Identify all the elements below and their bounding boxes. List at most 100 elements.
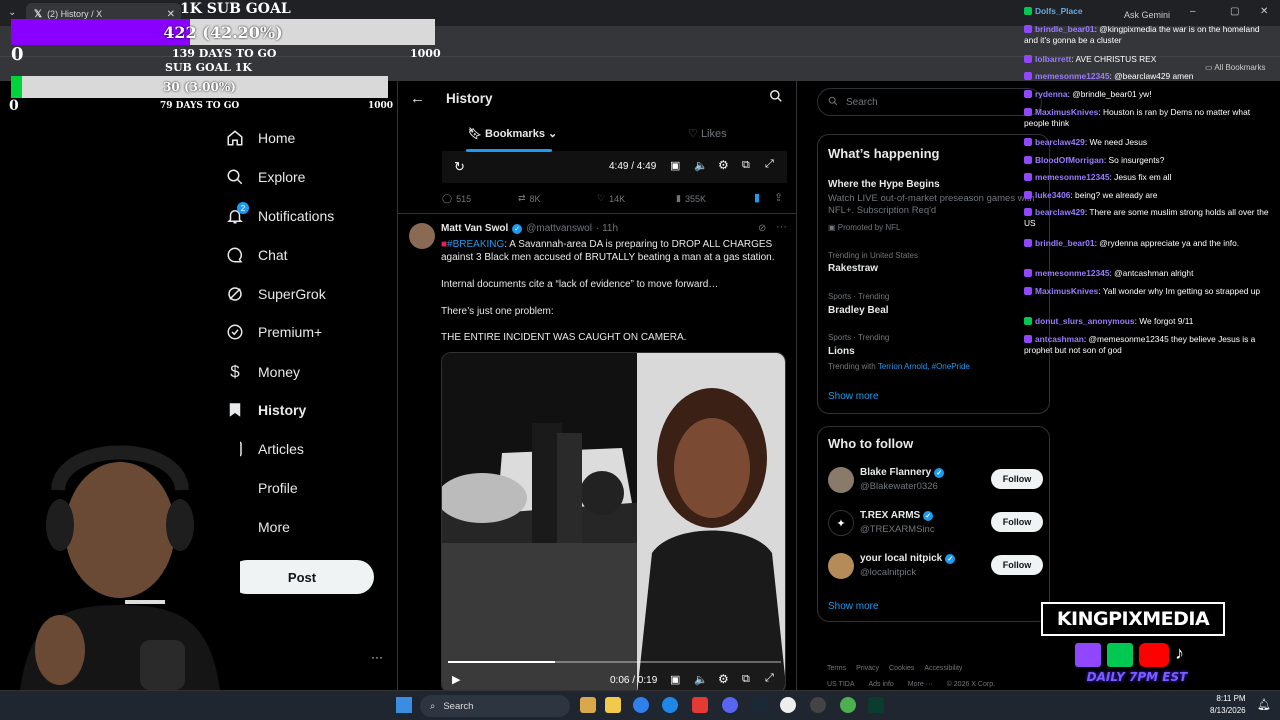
views-icon: ▮ bbox=[676, 193, 681, 203]
avatar[interactable] bbox=[828, 553, 854, 579]
nav-home[interactable]: Home bbox=[226, 126, 295, 150]
avatar[interactable] bbox=[828, 467, 854, 493]
nav-label: Articles bbox=[258, 441, 304, 457]
follow-button[interactable]: Follow bbox=[991, 512, 1043, 532]
footer-link[interactable]: Cookies bbox=[889, 665, 914, 672]
nav-label: Chat bbox=[258, 247, 288, 263]
footer-link[interactable]: US TIDA bbox=[827, 681, 855, 688]
windows-start-icon[interactable] bbox=[396, 697, 412, 713]
promo-title[interactable]: Where the Hype Begins bbox=[828, 179, 940, 190]
captions-icon[interactable]: ▣ bbox=[670, 673, 680, 686]
search-icon[interactable] bbox=[769, 89, 783, 108]
footer-link[interactable]: More ··· bbox=[908, 681, 933, 688]
chrome-icon[interactable] bbox=[840, 697, 856, 713]
tab-likes[interactable]: ♡ Likes bbox=[688, 127, 727, 140]
hashtag-link[interactable]: #BREAKING bbox=[447, 239, 504, 250]
edge-icon[interactable] bbox=[633, 697, 649, 713]
views-action[interactable]: ▮ 355K bbox=[676, 193, 706, 204]
task-view-icon[interactable] bbox=[580, 697, 596, 713]
trend-item[interactable]: Bradley Beal bbox=[828, 305, 889, 316]
taskbar: ⌕ Search 8:11 PM 8/13/2026 🔔︎ bbox=[0, 690, 1280, 720]
footer-link[interactable]: Ads info bbox=[869, 681, 894, 688]
like-action[interactable]: ♡ 14K bbox=[597, 193, 625, 204]
avatar[interactable] bbox=[409, 223, 435, 249]
repost-action[interactable]: ⇄ 8K bbox=[518, 193, 541, 204]
discord-icon[interactable] bbox=[722, 697, 738, 713]
follow-suggestion[interactable]: Blake Flannery ✓ @Blakewater0326 Follow bbox=[828, 465, 1043, 495]
grok-icon[interactable]: ⊘ bbox=[758, 223, 766, 234]
nav-money[interactable]: $ Money bbox=[226, 360, 300, 384]
captions-icon[interactable]: ▣ bbox=[670, 159, 680, 172]
nav-history[interactable]: History bbox=[226, 398, 306, 422]
nav-supergrok[interactable]: SuperGrok bbox=[226, 282, 326, 306]
account-menu-icon[interactable]: ··· bbox=[371, 650, 383, 664]
more-options-icon[interactable]: ··· bbox=[776, 221, 787, 233]
bookmark-filled-icon[interactable]: ▮ bbox=[754, 191, 760, 204]
nav-notifications[interactable]: 2 Notifications bbox=[226, 202, 334, 228]
app-icon[interactable] bbox=[868, 697, 884, 713]
footer-link[interactable]: Accessibility bbox=[924, 665, 962, 672]
footer-link[interactable]: Privacy bbox=[856, 665, 879, 672]
video-progress-track[interactable] bbox=[448, 661, 781, 663]
fullscreen-icon[interactable]: ⤢ bbox=[765, 672, 774, 685]
close-icon[interactable]: ✕ bbox=[167, 9, 175, 20]
nav-explore[interactable]: Explore bbox=[226, 165, 305, 189]
card-title: Who to follow bbox=[828, 436, 914, 451]
chat-message: memesonme12345: Jesus fix em all bbox=[1024, 172, 1274, 183]
follow-suggestion[interactable]: ✦ T.REX ARMS ✓ @TREXARMSinc Follow bbox=[828, 508, 1043, 538]
tweet-video[interactable]: ▶ 0:06 / 0:19 ▣ 🔈 ⚙ ⧉ ⤢ bbox=[441, 352, 786, 694]
footer-link[interactable]: Terms bbox=[827, 665, 846, 672]
bell-icon: 2 bbox=[226, 202, 249, 225]
chat-message: memesonme12345: @bearclaw429 amen bbox=[1024, 71, 1274, 82]
replay-icon[interactable]: ↻ bbox=[454, 159, 465, 175]
search-input[interactable]: Search bbox=[817, 88, 1042, 116]
chat-badge-icon bbox=[1024, 335, 1032, 343]
notification-bell-icon[interactable]: 🔔︎ bbox=[1257, 698, 1271, 711]
app-icon[interactable] bbox=[780, 697, 796, 713]
nav-premium[interactable]: Premium+ bbox=[226, 320, 322, 344]
file-explorer-icon[interactable] bbox=[605, 697, 621, 713]
follow-button[interactable]: Follow bbox=[991, 469, 1043, 489]
taskbar-search[interactable]: ⌕ Search bbox=[420, 695, 570, 717]
author-handle[interactable]: @mattvanswol bbox=[526, 223, 592, 234]
share-icon[interactable]: ⇪ bbox=[774, 191, 783, 204]
reply-action[interactable]: ◯ 515 bbox=[442, 193, 471, 204]
settings-icon[interactable]: ⚙ bbox=[718, 158, 729, 172]
pip-icon[interactable]: ⧉ bbox=[742, 159, 750, 172]
tweet-text-4: THE ENTIRE INCIDENT WAS CAUGHT ON CAMERA… bbox=[441, 332, 687, 343]
brand-logo: KINGPIXMEDIA bbox=[1041, 602, 1225, 636]
user-handle: @TREXARMSinc bbox=[860, 524, 935, 535]
post-button[interactable]: Post bbox=[230, 560, 374, 594]
repost-icon: ⇄ bbox=[518, 193, 526, 203]
show-more-link[interactable]: Show more bbox=[828, 391, 879, 402]
pip-icon[interactable]: ⧉ bbox=[742, 673, 750, 686]
obs-icon[interactable] bbox=[810, 697, 826, 713]
app-icon[interactable] bbox=[692, 697, 708, 713]
tab-search-icon[interactable]: ⌄ bbox=[8, 7, 16, 18]
follow-suggestion[interactable]: your local nitpick ✓ @localnitpick Follow bbox=[828, 551, 1043, 581]
chat-message: antcashman: @memesonme12345 they believe… bbox=[1024, 334, 1256, 355]
back-arrow-icon[interactable]: ← bbox=[410, 90, 425, 107]
chat-message: lolbarrett: AVE CHRISTUS REX bbox=[1024, 54, 1274, 65]
volume-icon[interactable]: 🔈 bbox=[694, 673, 708, 686]
app-icon[interactable] bbox=[662, 697, 678, 713]
avatar[interactable]: ✦ bbox=[828, 510, 854, 536]
play-icon[interactable]: ▶ bbox=[452, 673, 460, 686]
chevron-down-icon: ⌄ bbox=[548, 128, 558, 140]
settings-icon[interactable]: ⚙ bbox=[718, 672, 729, 686]
goal2-days: 79 DAYS TO GO bbox=[160, 101, 240, 111]
tab-bookmarks[interactable]: 🔖︎ Bookmarks ⌄ bbox=[468, 127, 557, 140]
clock[interactable]: 8:11 PM 8/13/2026 bbox=[1210, 693, 1246, 717]
trend-with-links[interactable]: Terrion Arnold, #OnePride bbox=[878, 362, 970, 371]
steam-icon[interactable] bbox=[752, 697, 768, 713]
author-name[interactable]: Matt Van Swol bbox=[441, 223, 508, 234]
fullscreen-icon[interactable]: ⤢ bbox=[765, 158, 774, 171]
volume-icon[interactable]: 🔈 bbox=[694, 159, 708, 172]
show-more-link[interactable]: Show more bbox=[828, 601, 879, 612]
trend-item[interactable]: Rakestraw bbox=[828, 263, 878, 274]
follow-button[interactable]: Follow bbox=[991, 555, 1043, 575]
trend-item[interactable]: Lions bbox=[828, 346, 855, 357]
nav-chat[interactable]: Chat bbox=[226, 243, 288, 267]
chat-badge-icon bbox=[1024, 90, 1032, 98]
tweet-text-main: ■#BREAKING: A Savannah-area DA is prepar… bbox=[441, 239, 775, 263]
